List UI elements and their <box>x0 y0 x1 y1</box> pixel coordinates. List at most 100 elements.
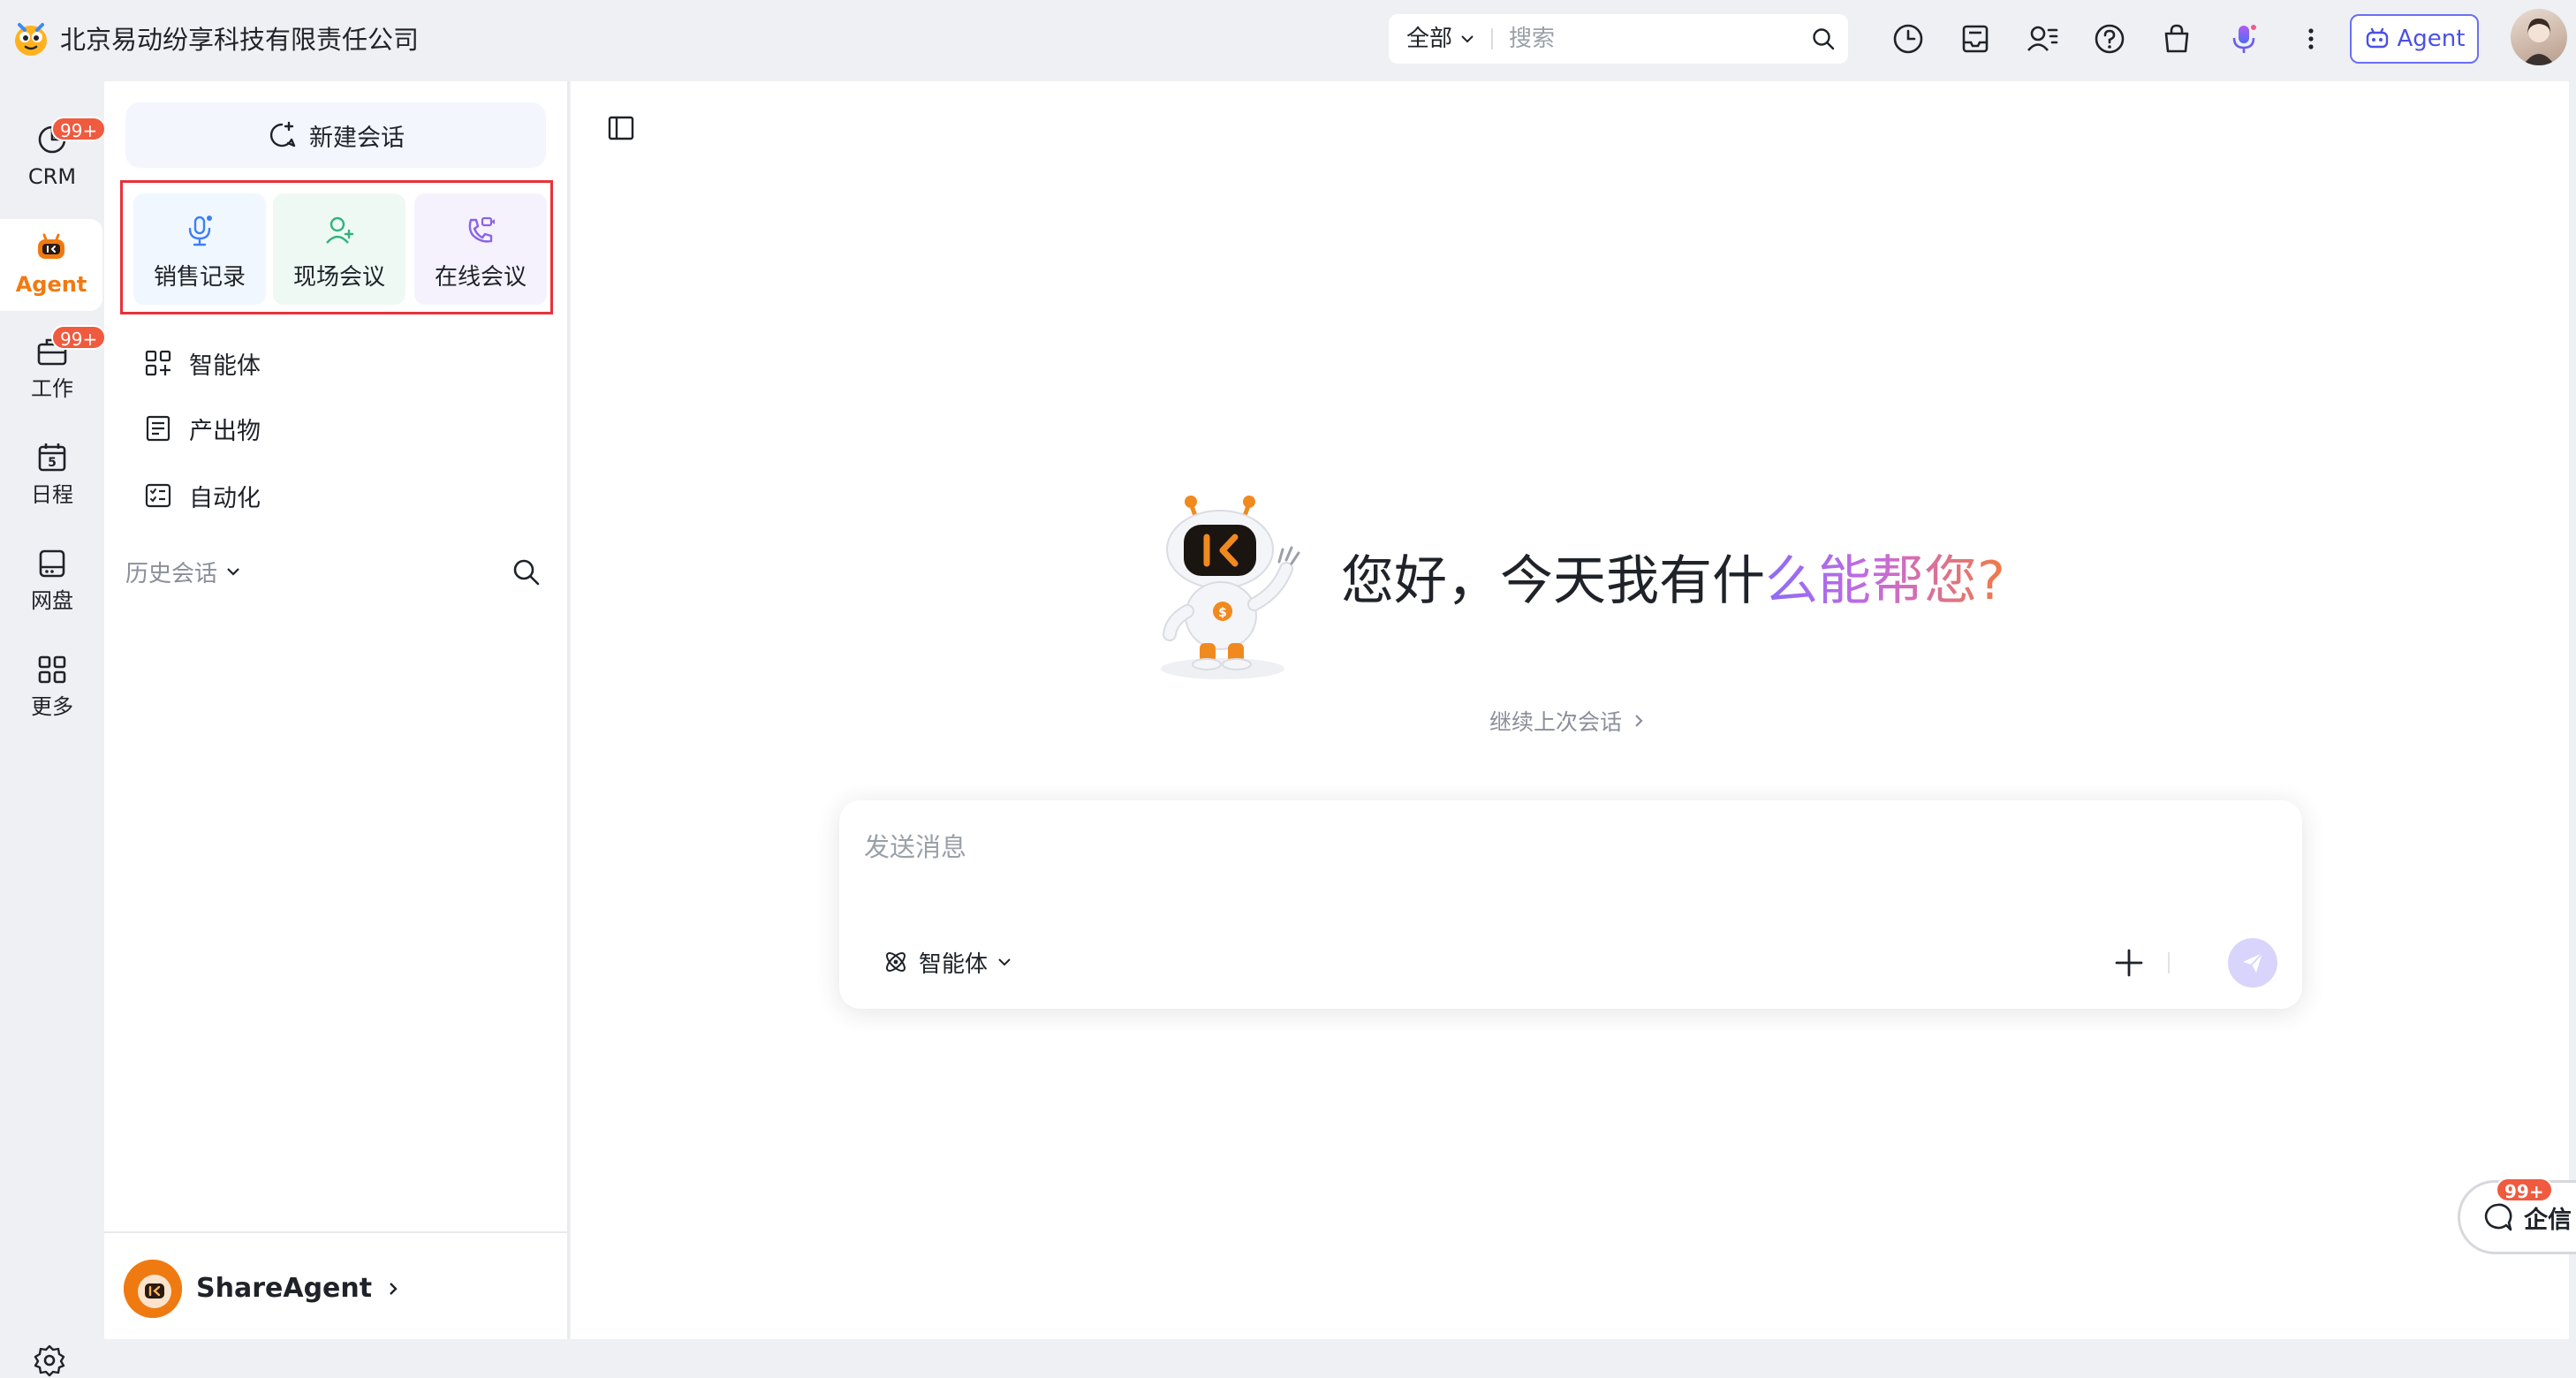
nav-item-label: 日程 <box>31 482 73 507</box>
quick-action-label: 销售记录 <box>153 264 246 291</box>
top-bar: 北京易动纷享科技有限责任公司 全部 搜索 Agent <box>0 0 2576 81</box>
checklist-icon <box>145 483 171 508</box>
agent-robot-icon <box>38 233 64 259</box>
apps-add-icon <box>145 350 171 376</box>
phone-video-icon <box>468 216 495 243</box>
notification-badge: 99+ <box>51 117 107 141</box>
help-icon[interactable] <box>2092 21 2127 57</box>
menu-item-label: 自动化 <box>189 484 261 512</box>
global-search[interactable]: 全部 搜索 <box>1389 14 1848 64</box>
chevron-down-icon <box>227 568 239 576</box>
settings-gear-icon[interactable] <box>32 1343 67 1378</box>
greeting-highlight-text: 么能帮您? <box>1765 550 2005 612</box>
notification-badge: 99+ <box>51 325 107 350</box>
voice-assistant-icon[interactable] <box>2226 21 2262 57</box>
chat-bubble-icon <box>2484 1203 2512 1231</box>
agent-picker-dropdown[interactable]: 智能体 <box>882 940 1012 984</box>
menu-item-agents[interactable]: 智能体 <box>143 341 261 385</box>
quick-action-label: 在线会议 <box>434 264 527 291</box>
notification-badge: 99+ <box>2496 1177 2553 1202</box>
composer-divider <box>2168 952 2170 973</box>
add-attachment-icon[interactable] <box>2111 945 2147 980</box>
new-chat-button[interactable]: 新建会话 <box>125 102 546 168</box>
mascot-robot-icon: $ <box>1161 496 1300 679</box>
message-input[interactable]: 发送消息 <box>864 827 966 864</box>
search-scope-label: 全部 <box>1406 26 1453 52</box>
nav-item-label: Agent <box>15 272 87 297</box>
menu-item-label: 产出物 <box>189 417 261 445</box>
nav-item-label: 工作 <box>31 376 73 401</box>
nav-item-agent[interactable]: Agent <box>0 219 102 311</box>
robot-face-icon <box>124 1260 182 1318</box>
agent-picker-label: 智能体 <box>919 950 989 978</box>
search-input[interactable]: 搜索 <box>1509 14 1555 64</box>
shopping-bag-icon[interactable] <box>2159 21 2194 57</box>
search-divider <box>1491 28 1493 49</box>
svg-text:$: $ <box>1218 606 1227 620</box>
robot-icon <box>2366 27 2388 49</box>
nav-item-work[interactable]: 工作 99+ <box>0 323 107 415</box>
quick-action-onsite-meeting[interactable]: 现场会议 <box>273 193 405 305</box>
atom-icon <box>886 952 905 972</box>
quick-action-sales-record[interactable]: 销售记录 <box>133 193 266 305</box>
chevron-down-icon <box>1461 35 1474 43</box>
nav-item-calendar[interactable]: 5 日程 <box>0 429 104 521</box>
agent-button[interactable]: Agent <box>2350 14 2479 64</box>
clock-history-icon[interactable] <box>1890 21 1926 57</box>
calendar-icon: 5 <box>38 443 66 472</box>
agent-side-panel: 新建会话 销售记录 现场会议 在线会议 智能体 产出物 自动化 历史会话 Sha… <box>104 81 569 1339</box>
grid-icon <box>38 655 66 684</box>
company-name: 北京易动纷享科技有限责任公司 <box>60 25 420 55</box>
microphone-icon <box>188 216 212 246</box>
nav-item-label: 更多 <box>31 694 73 719</box>
new-chat-label: 新建会话 <box>309 124 405 152</box>
nav-item-label: 网盘 <box>31 588 73 613</box>
nav-item-disk[interactable]: 网盘 <box>0 535 104 627</box>
chat-main-area: $ 您好，今天我有什么能帮您? 继续上次会话 发送消息 智能体 <box>571 81 2569 1339</box>
nav-item-crm[interactable]: CRM 99+ <box>0 111 107 203</box>
shareagent-link[interactable]: ShareAgent <box>196 1267 402 1311</box>
search-icon[interactable] <box>1811 26 1836 51</box>
disk-icon <box>39 549 65 578</box>
inbox-tray-icon[interactable] <box>1958 21 1993 57</box>
shareagent-logo-icon <box>124 1260 182 1318</box>
continue-label: 继续上次会话 <box>1489 709 1623 735</box>
continue-last-session-link[interactable]: 继续上次会话 <box>1489 705 1647 737</box>
floating-chat-label: 企信 <box>2524 1206 2572 1234</box>
send-plane-icon <box>2243 952 2263 973</box>
quick-action-online-meeting[interactable]: 在线会议 <box>414 193 547 305</box>
nav-rail: CRM 99+ Agent 工作 99+ 5 日程 网盘 更多 <box>0 81 107 1377</box>
greeting-heading: 您好，今天我有什么能帮您? <box>1341 542 2005 620</box>
greeting-text: 您好，今天我有什 <box>1341 550 1765 612</box>
user-portrait-icon <box>2523 18 2555 65</box>
search-icon[interactable] <box>511 556 542 588</box>
chevron-right-icon <box>390 1283 398 1295</box>
chat-add-icon <box>269 121 296 148</box>
floating-chat-button[interactable]: 企信 99+ <box>2458 1177 2576 1254</box>
chevron-down-icon <box>998 958 1011 966</box>
calendar-day-number: 5 <box>48 456 57 470</box>
people-add-icon <box>326 216 354 244</box>
user-avatar[interactable] <box>2511 9 2567 65</box>
message-composer: 发送消息 智能体 <box>839 800 2302 1009</box>
contacts-icon[interactable] <box>2025 21 2060 57</box>
send-button[interactable] <box>2228 938 2277 988</box>
history-sessions-toggle[interactable]: 历史会话 <box>125 549 242 594</box>
company-logo-icon[interactable] <box>11 18 51 58</box>
shareagent-name: ShareAgent <box>196 1273 373 1304</box>
menu-item-automation[interactable]: 自动化 <box>143 473 261 518</box>
more-vertical-icon[interactable] <box>2293 21 2329 57</box>
history-label: 历史会话 <box>125 560 218 587</box>
agent-button-label: Agent <box>2397 26 2466 52</box>
sidebar-toggle-icon[interactable] <box>606 113 636 143</box>
quick-action-label: 现场会议 <box>292 264 385 291</box>
menu-item-label: 智能体 <box>189 352 261 380</box>
chevron-right-icon <box>1635 715 1643 727</box>
nav-item-more[interactable]: 更多 <box>0 641 104 733</box>
search-scope-select[interactable]: 全部 <box>1406 14 1475 64</box>
menu-item-artifacts[interactable]: 产出物 <box>143 406 261 450</box>
quick-actions-highlight: 销售记录 现场会议 在线会议 <box>120 180 553 314</box>
nav-item-label: CRM <box>27 164 77 189</box>
document-icon <box>146 415 170 442</box>
panel-footer: ShareAgent <box>104 1231 567 1339</box>
